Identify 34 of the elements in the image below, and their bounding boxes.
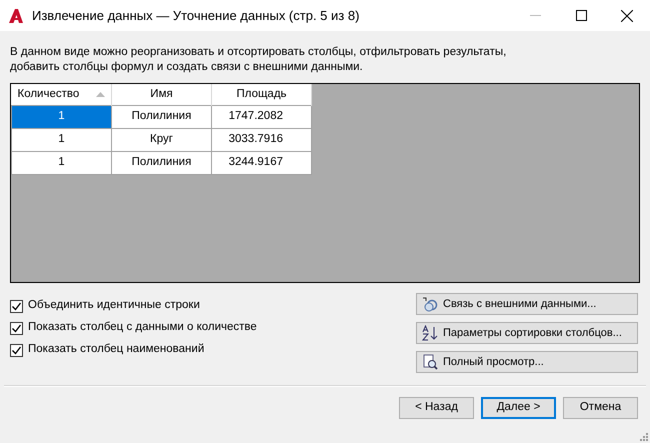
table-cell: 1 [12,151,112,174]
link-button[interactable]: Связь с внешними данными... [416,293,638,315]
checkbox[interactable] [10,300,23,312]
table-cell: 1 [12,105,112,128]
maximize-icon [576,10,586,21]
checkbox-label[interactable]: Объединить идентичные строки [28,297,200,315]
table-cell: 3033.7916 [212,128,312,151]
description-text: В данном виде можно реорганизовать и отсортировать столбцы, отфильтровать результаты, добавить столбцы формул и создать связи с внешними данными. [10,45,508,75]
table-cell: Полилиния [112,151,212,174]
table-cell: 3244.9167 [212,151,312,174]
checkbox-label[interactable]: Показать столбец наименований [28,341,204,359]
table-cell: 1747.2082 [212,105,312,128]
link-icon [422,296,438,312]
resize-grip-icon[interactable] [640,433,648,441]
dialog-button[interactable]: Отмена [563,397,638,419]
dialog-button[interactable]: Далее > [481,397,556,419]
window-title: Извлечение данных — Уточнение данных (стр. 5 из 8) [32,6,360,25]
preview-icon [422,354,438,370]
checkbox-label[interactable]: Показать столбец с данными о количестве [28,319,257,337]
table-cell: 1 [12,128,112,151]
table-cell: Круг [112,128,212,151]
sort-icon [422,325,438,341]
app-logo-icon [8,8,24,24]
dialog-button[interactable]: < Назад [399,397,474,419]
close-icon [621,10,633,22]
table-cell: Полилиния [112,105,212,128]
minimize-icon [530,15,540,16]
column-header[interactable]: Имя [112,84,212,105]
checkbox[interactable] [10,344,23,356]
preview-button[interactable]: Полный просмотр... [416,351,638,373]
sort-button[interactable]: Параметры сортировки столбцов... [416,322,638,344]
sort-arrow-icon [96,92,105,97]
column-header[interactable]: Площадь [212,84,312,105]
checkbox[interactable] [10,322,23,334]
